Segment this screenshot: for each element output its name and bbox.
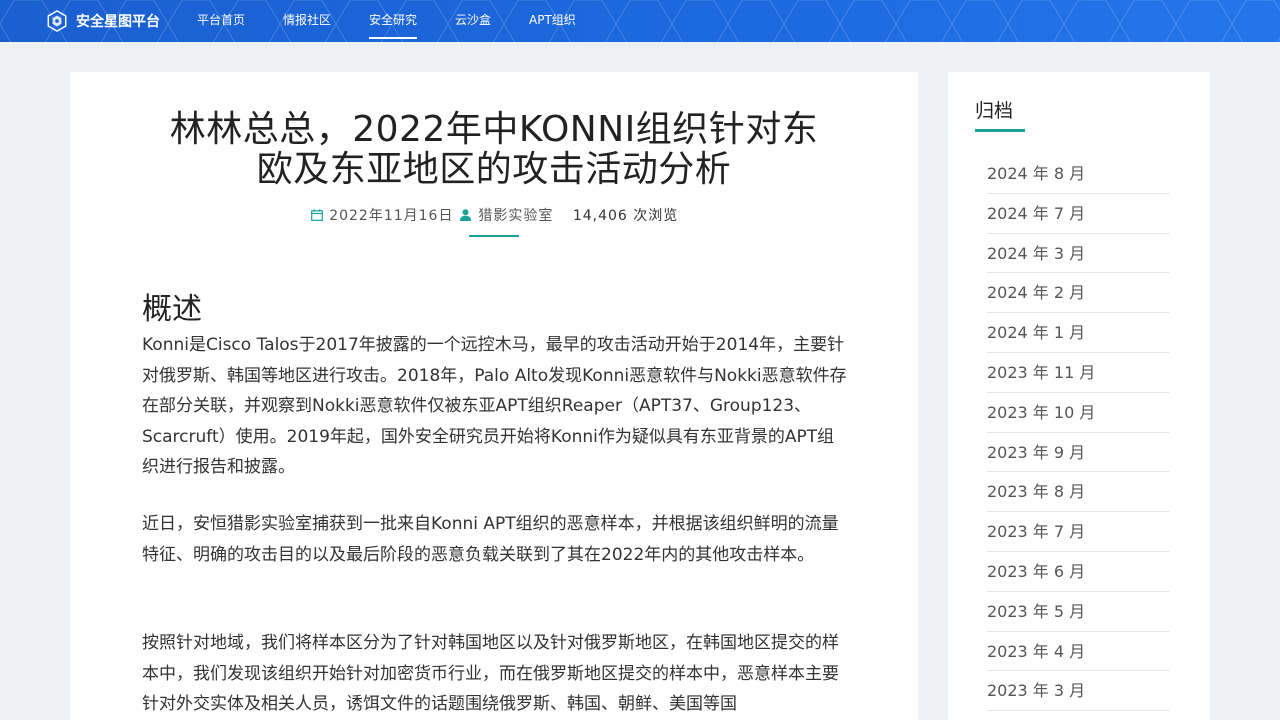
archive-item[interactable]: 2023 年 9 月 <box>987 433 1170 473</box>
article-view-count: 14,406 次浏览 <box>572 208 679 224</box>
nav-intel-community[interactable]: 情报社区 <box>283 0 331 42</box>
calendar-icon <box>310 209 324 225</box>
archive-item[interactable]: 2023 年 8 月 <box>987 472 1170 513</box>
archive-item[interactable]: 2024 年 3 月 <box>987 234 1170 274</box>
article-title-line2: 欧及东亚地区的攻击活动分析 <box>256 149 732 190</box>
archive-item[interactable]: 2023 年 6 月 <box>987 552 1170 592</box>
hexagon-logo-icon <box>47 10 67 32</box>
article-title: 林林总总，2022年中KONNI组织针对东 欧及东亚地区的攻击活动分析 <box>130 110 858 190</box>
archive-item[interactable]: 2024 年 2 月 <box>987 273 1170 314</box>
archive-list: 2024 年 8 月 2024 年 7 月 2024 年 3 月 2024 年 … <box>987 154 1170 712</box>
user-icon <box>459 209 473 225</box>
archive-item[interactable]: 2023 年 3 月 <box>987 671 1170 712</box>
article-title-line1: 林林总总，2022年中KONNI组织针对东 <box>169 109 819 150</box>
nav-home[interactable]: 平台首页 <box>197 0 245 42</box>
archive-item[interactable]: 2023 年 11 月 <box>987 353 1170 393</box>
article-paragraph: 按照针对地域，我们将样本区分为了针对韩国地区以及针对俄罗斯地区，在韩国地区提交的… <box>142 633 839 714</box>
nav-security-research[interactable]: 安全研究 <box>369 0 418 42</box>
archive-title: 归档 <box>975 100 1014 122</box>
nav-apt-groups[interactable]: APT组织 <box>529 0 576 42</box>
archive-item[interactable]: 2024 年 1 月 <box>987 313 1170 353</box>
archive-item[interactable]: 2024 年 8 月 <box>987 154 1170 194</box>
archive-sidebar: 归档 2024 年 8 月 2024 年 7 月 2024 年 3 月 2024… <box>948 72 1210 720</box>
brand-name: 安全星图平台 <box>76 14 160 30</box>
article-card: 林林总总，2022年中KONNI组织针对东 欧及东亚地区的攻击活动分析 2022… <box>70 72 918 720</box>
archive-title-underline <box>975 129 1025 132</box>
article-meta: 2022年11月16日 猎影实验室 14,406 次浏览 <box>70 205 918 225</box>
section-heading-overview: 概述 <box>142 292 202 327</box>
meta-divider <box>469 235 519 237</box>
archive-item[interactable]: 2023 年 5 月 <box>987 592 1170 632</box>
archive-item[interactable]: 2023 年 10 月 <box>987 393 1170 433</box>
article-paragraph: Konni是Cisco Talos于2017年披露的一个远控木马，最早的攻击活动… <box>142 335 847 477</box>
nav-cloud-sandbox[interactable]: 云沙盒 <box>455 0 491 42</box>
archive-item[interactable]: 2024 年 7 月 <box>987 194 1170 234</box>
header-hex-pattern <box>0 0 1280 42</box>
article-paragraph: 近日，安恒猎影实验室捕获到一批来自Konni APT组织的恶意样本，并根据该组织… <box>142 514 839 565</box>
archive-item[interactable]: 2023 年 4 月 <box>987 632 1170 672</box>
article-author-link[interactable]: 猎影实验室 <box>478 208 553 224</box>
archive-item[interactable]: 2023 年 7 月 <box>987 512 1170 552</box>
top-navbar: 安全星图平台 平台首页 情报社区 安全研究 云沙盒 APT组织 <box>0 0 1280 42</box>
article-date-link[interactable]: 2022年11月16日 <box>329 208 453 224</box>
brand-link[interactable]: 安全星图平台 <box>46 8 160 34</box>
